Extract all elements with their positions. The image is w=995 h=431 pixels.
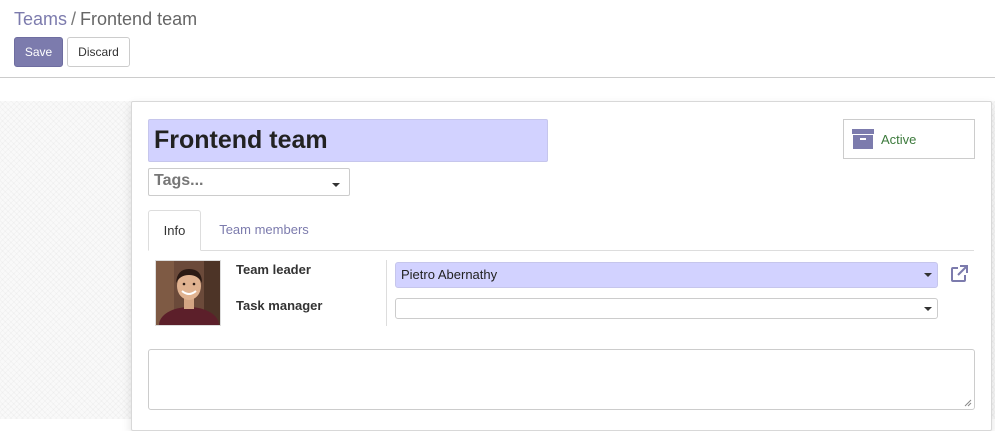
team-leader-select[interactable]: Pietro Abernathy xyxy=(395,262,938,288)
tab-team-members[interactable]: Team members xyxy=(208,210,320,251)
task-manager-select[interactable] xyxy=(395,298,938,319)
archive-icon xyxy=(852,129,874,149)
form-sheet: Frontend team Tags... Active Info Team m… xyxy=(131,101,992,431)
control-panel: Teams / Frontend team Save Discard xyxy=(0,0,995,78)
avatar xyxy=(155,260,221,326)
notebook-tabs: Info Team members xyxy=(148,210,974,251)
caret-down-icon xyxy=(924,273,932,277)
resize-grip-icon[interactable] xyxy=(964,399,972,407)
task-manager-label: Task manager xyxy=(236,298,323,313)
breadcrumb-separator: / xyxy=(71,9,77,29)
avatar-photo xyxy=(156,261,220,325)
description-textarea[interactable] xyxy=(148,349,975,410)
tab-info[interactable]: Info xyxy=(148,210,201,251)
caret-down-icon xyxy=(332,183,340,187)
breadcrumb-teams-link[interactable]: Teams xyxy=(14,9,67,29)
team-leader-value: Pietro Abernathy xyxy=(401,267,498,282)
tags-select[interactable]: Tags... xyxy=(148,168,350,196)
team-leader-label: Team leader xyxy=(236,262,311,277)
discard-button[interactable]: Discard xyxy=(67,37,130,67)
active-label: Active xyxy=(881,132,917,147)
label-divider xyxy=(386,260,387,326)
tags-placeholder: Tags... xyxy=(154,172,204,189)
breadcrumb-current: Frontend team xyxy=(80,9,198,29)
external-link-icon[interactable] xyxy=(949,264,969,284)
save-button[interactable]: Save xyxy=(14,37,63,67)
team-name-input[interactable]: Frontend team xyxy=(148,119,548,162)
background-strip xyxy=(0,79,995,101)
caret-down-icon xyxy=(924,307,932,311)
breadcrumb: Teams / Frontend team xyxy=(14,8,197,30)
active-toggle-button[interactable]: Active xyxy=(843,119,975,159)
